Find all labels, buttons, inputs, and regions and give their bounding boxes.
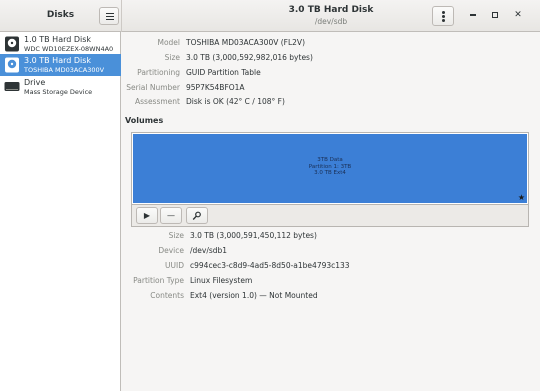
model-value: TOSHIBA MD03ACA300V (FL2V) <box>186 38 305 47</box>
model-label: Model <box>157 38 180 47</box>
contents-label: Contents <box>150 291 184 300</box>
hard-disk-icon <box>5 36 19 52</box>
minimize-icon <box>470 13 476 16</box>
hard-disk-icon <box>5 57 19 73</box>
device-value: /dev/sdb1 <box>190 246 228 255</box>
drive-item-1tb[interactable]: 1.0 TB Hard Disk WDC WD10EZEX-08WN4A0 <box>0 33 121 55</box>
contents-value: Ext4 (version 1.0) — Not Mounted <box>190 291 318 300</box>
maximize-icon <box>492 11 498 18</box>
header-bar: Disks 3.0 TB Hard Disk /dev/sdb ✕ <box>0 0 540 32</box>
drive-list-sidebar: 1.0 TB Hard Disk WDC WD10EZEX-08WN4A0 3.… <box>0 32 121 391</box>
delete-partition-button[interactable]: — <box>160 207 182 224</box>
drive-subtitle: Mass Storage Device <box>24 88 93 96</box>
play-icon: ▶ <box>143 211 151 220</box>
drive-title: 1.0 TB Hard Disk <box>24 35 92 44</box>
drive-subtitle: WDC WD10EZEX-08WN4A0 <box>24 45 114 53</box>
drive-options-button[interactable] <box>432 6 454 26</box>
partition-label: 3TB Data Partition 1: 3TB 3.0 TB Ext4 <box>133 157 527 177</box>
assessment-value: Disk is OK (42° C / 108° F) <box>186 97 285 106</box>
serial-number-label: Serial Number <box>126 83 180 92</box>
size-value: 3.0 TB (3,000,592,982,016 bytes) <box>186 53 313 62</box>
volume-map: 3TB Data Partition 1: 3TB 3.0 TB Ext4 ★ <box>131 132 529 205</box>
drive-item-3tb[interactable]: 3.0 TB Hard Disk TOSHIBA MD03ACA300V <box>0 54 121 76</box>
drive-title: 3.0 TB Hard Disk <box>24 56 92 65</box>
drive-title: Drive <box>24 78 46 87</box>
close-icon: ✕ <box>514 10 522 20</box>
minus-icon: — <box>167 211 175 220</box>
removable-drive-icon <box>4 82 20 91</box>
maximize-button[interactable] <box>488 8 502 22</box>
size-label: Size <box>164 53 180 62</box>
hamburger-icon <box>106 13 114 14</box>
drive-subtitle: TOSHIBA MD03ACA300V <box>24 66 105 74</box>
partitioning-label: Partitioning <box>137 68 180 77</box>
minimize-button[interactable] <box>466 8 480 22</box>
partition-type-value: Linux Filesystem <box>190 276 253 285</box>
mount-button[interactable]: ▶ <box>136 207 158 224</box>
drive-item-mass-storage[interactable]: Drive Mass Storage Device <box>0 76 121 98</box>
partition-block[interactable]: 3TB Data Partition 1: 3TB 3.0 TB Ext4 ★ <box>133 134 527 203</box>
serial-number-value: 95P7K54BFO1A <box>186 83 245 92</box>
partition-label-line: 3.0 TB Ext4 <box>314 170 346 176</box>
drive-details-panel: Model TOSHIBA MD03ACA300V (FL2V) Size 3.… <box>122 32 540 391</box>
gears-icon <box>192 211 201 220</box>
partitioning-value: GUID Partition Table <box>186 68 261 77</box>
app-menu-button[interactable] <box>99 7 119 25</box>
star-icon: ★ <box>517 193 525 202</box>
volumes-heading: Volumes <box>125 116 164 125</box>
close-button[interactable]: ✕ <box>511 8 525 22</box>
partition-size-label: Size <box>168 231 184 240</box>
partition-options-button[interactable] <box>186 207 208 224</box>
volume-toolbar: ▶ — <box>131 205 529 227</box>
partition-size-value: 3.0 TB (3,000,591,450,112 bytes) <box>190 231 317 240</box>
assessment-label: Assessment <box>135 97 180 106</box>
device-label: Device <box>158 246 184 255</box>
partition-type-label: Partition Type <box>133 276 184 285</box>
uuid-label: UUID <box>165 261 184 270</box>
more-vertical-icon <box>442 11 445 14</box>
uuid-value: c994cec3-c8d9-4ad5-8d50-a1be4793c133 <box>190 261 350 270</box>
